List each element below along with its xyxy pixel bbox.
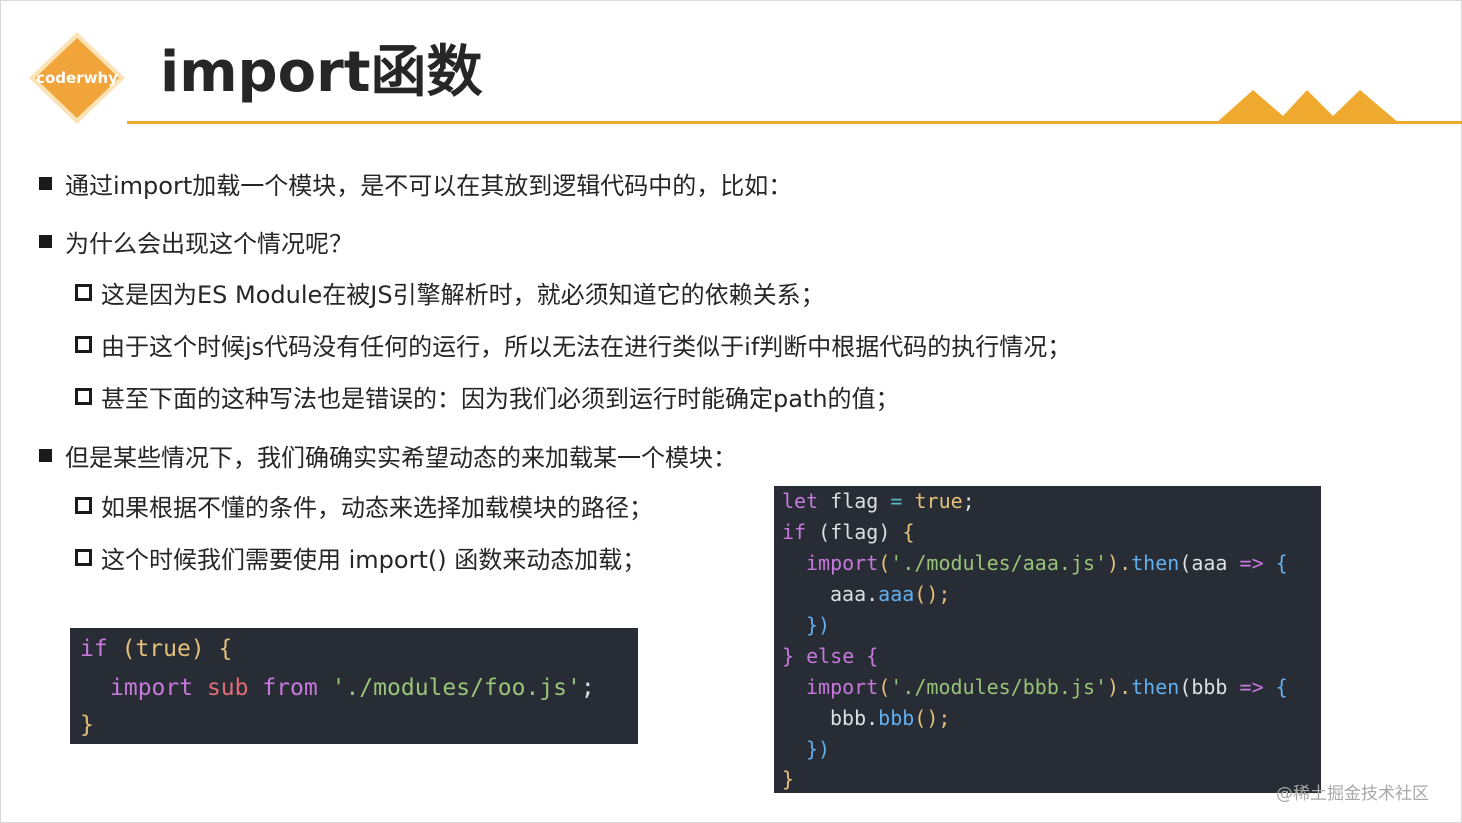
logo-text: coderwhy <box>36 69 118 87</box>
code-line: } <box>80 706 94 744</box>
bullet-text: 但是某些情况下，我们确确实实希望动态的来加载某一个模块： <box>65 444 737 472</box>
code-line: import sub from './modules/foo.js'; <box>110 669 595 707</box>
code-block-dynamic-import: let flag = true; if (flag) { import('./m… <box>774 486 1321 793</box>
bullet-square-icon <box>39 177 52 190</box>
code-token: ; <box>962 489 975 513</box>
sub-bullet-import-function: 这个时候我们需要使用 import() 函数来动态加载； <box>75 540 646 575</box>
code-line: } <box>782 764 794 795</box>
code-token: true <box>914 489 963 513</box>
sub-bullet-text: 如果根据不懂的条件，动态来选择加载模块的路径； <box>101 494 653 522</box>
code-token: if <box>80 636 108 662</box>
code-token: './modules/foo.js' <box>331 675 581 701</box>
code-token: (); <box>914 706 951 730</box>
code-token: } <box>80 712 94 738</box>
code-line: import('./modules/bbb.js').then(bbb => { <box>806 672 1288 703</box>
sub-bullet-es-module: 这是因为ES Module在被JS引擎解析时，就必须知道它的依赖关系； <box>75 275 825 310</box>
code-line: let flag = true; <box>782 486 975 517</box>
bullet-text: 通过import加载一个模块，是不可以在其放到逻辑代码中的，比如： <box>65 172 793 200</box>
sub-bullet-text: 由于这个时候js代码没有任何的运行，所以无法在进行类似于if判断中根据代码的执行… <box>101 333 1072 361</box>
code-token: { <box>218 636 233 662</box>
sub-bullet-condition: 如果根据不懂的条件，动态来选择加载模块的路径； <box>75 488 653 523</box>
code-token: = <box>890 489 903 513</box>
watermark: @稀土掘金技术社区 <box>1276 784 1429 804</box>
code-token: ). <box>1107 675 1132 699</box>
code-token: { <box>1275 551 1288 575</box>
bullet-text: 为什么会出现这个情况呢？ <box>65 230 353 258</box>
hollow-square-icon <box>75 388 92 405</box>
code-token: then <box>1131 675 1180 699</box>
code-token: aaa <box>878 582 915 606</box>
code-token: => <box>1239 675 1264 699</box>
code-token: (true) <box>121 636 205 662</box>
hollow-square-icon <box>75 336 92 353</box>
code-token: ). <box>1107 551 1132 575</box>
code-token: { <box>902 520 915 544</box>
bullet-why: 为什么会出现这个情况呢？ <box>39 224 353 259</box>
code-token: ( <box>878 675 891 699</box>
code-token: aaa. <box>830 582 879 606</box>
code-token: if <box>782 520 807 544</box>
code-token: import <box>110 675 194 701</box>
coderwhy-logo: coderwhy <box>27 30 127 126</box>
bullet-dynamic: 但是某些情况下，我们确确实实希望动态的来加载某一个模块： <box>39 438 737 473</box>
code-line: }) <box>806 734 830 765</box>
sub-bullet-text: 这是因为ES Module在被JS引擎解析时，就必须知道它的依赖关系； <box>101 281 825 309</box>
code-token: from <box>262 675 318 701</box>
code-token: import <box>806 551 879 575</box>
code-token: { <box>1275 675 1288 699</box>
sub-bullet-path-error: 甚至下面的这种写法也是错误的：因为我们必须到运行时能确定path的值； <box>75 379 900 414</box>
code-line: } else { <box>782 641 878 672</box>
code-token: (flag) <box>818 520 891 544</box>
code-line: import('./modules/aaa.js').then(aaa => { <box>806 548 1288 579</box>
code-token: './modules/bbb.js' <box>890 675 1108 699</box>
hollow-square-icon <box>75 284 92 301</box>
code-line: bbb.bbb(); <box>830 703 950 734</box>
code-token: => <box>1239 551 1264 575</box>
code-token: (bbb <box>1179 675 1228 699</box>
code-token: sub <box>206 675 249 701</box>
code-token: import <box>806 675 879 699</box>
code-token: } <box>782 767 795 791</box>
code-token: }) <box>806 737 831 761</box>
code-token: './modules/aaa.js' <box>890 551 1108 575</box>
code-line: if (flag) { <box>782 517 914 548</box>
code-token: bbb. <box>830 706 879 730</box>
sub-bullet-text: 甚至下面的这种写法也是错误的：因为我们必须到运行时能确定path的值； <box>101 385 900 413</box>
code-token: (aaa <box>1179 551 1228 575</box>
code-line: if (true) { <box>80 630 232 668</box>
sub-bullet-text: 这个时候我们需要使用 import() 函数来动态加载； <box>101 546 647 574</box>
header-peaks-decoration <box>1215 90 1400 124</box>
code-token: flag <box>830 489 879 513</box>
bullet-import-static: 通过import加载一个模块，是不可以在其放到逻辑代码中的，比如： <box>39 166 792 201</box>
code-block-static-import: if (true) { import sub from './modules/f… <box>70 628 638 744</box>
code-token: then <box>1131 551 1180 575</box>
hollow-square-icon <box>75 497 92 514</box>
header-divider <box>127 121 1462 124</box>
code-line: }) <box>806 610 830 641</box>
bullet-square-icon <box>39 235 52 248</box>
code-token: ; <box>580 675 595 701</box>
page-title: import函数 <box>160 40 483 105</box>
code-line: aaa.aaa(); <box>830 579 950 610</box>
sub-bullet-no-runtime: 由于这个时候js代码没有任何的运行，所以无法在进行类似于if判断中根据代码的执行… <box>75 327 1071 362</box>
code-token: let <box>782 489 819 513</box>
code-token: bbb <box>878 706 915 730</box>
hollow-square-icon <box>75 549 92 566</box>
code-token: (); <box>914 582 951 606</box>
code-token: } else { <box>782 644 879 668</box>
code-token: ( <box>878 551 891 575</box>
code-token: }) <box>806 613 831 637</box>
bullet-square-icon <box>39 449 52 462</box>
